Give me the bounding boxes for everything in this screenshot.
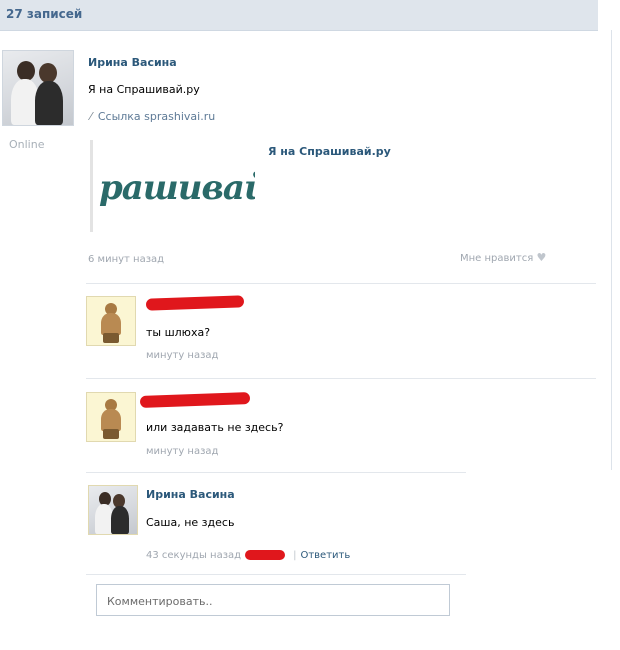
redacted-mention (245, 550, 286, 560)
post-timestamp[interactable]: 6 минут назад (88, 254, 164, 265)
divider (86, 378, 596, 379)
separator: | (293, 550, 297, 561)
comment-text: ты шлюха? (146, 326, 211, 339)
comment-timestamp[interactable]: минуту назад (146, 446, 218, 457)
attached-link[interactable]: ⁄ Ссылка sprashivai.ru (90, 110, 215, 123)
wall-header: 27 записей (0, 0, 598, 31)
divider (86, 472, 466, 473)
like-button[interactable]: Мне нравится ♥ (460, 251, 546, 264)
author-avatar[interactable] (2, 50, 74, 126)
redacted-name (139, 392, 251, 408)
comment-avatar[interactable] (86, 392, 136, 442)
comment-text: или задавать не здесь? (146, 421, 284, 434)
link-text[interactable]: Ссылка sprashivai.ru (98, 110, 215, 123)
comment-field[interactable] (96, 584, 450, 616)
comment-meta: 43 секунды назад | Ответить (146, 550, 350, 561)
post-author-name[interactable]: Ирина Васина (88, 56, 177, 69)
heart-icon: ♥ (536, 251, 547, 264)
divider (86, 574, 466, 575)
snippet-title[interactable]: Я на Спрашивай.ру (268, 145, 391, 158)
link-icon: ⁄ (90, 110, 92, 123)
comment-text: Саша, не здесь (146, 516, 235, 529)
comment-author-name[interactable]: Ирина Васина (146, 488, 235, 501)
link-snippet-image[interactable]: рашивай.р (90, 140, 255, 232)
comment-timestamp[interactable]: 43 секунды назад (146, 550, 241, 561)
entries-count[interactable]: 27 записей (6, 7, 82, 21)
comment-avatar[interactable] (88, 485, 138, 535)
comment-avatar[interactable] (86, 296, 136, 346)
online-status: Online (9, 138, 45, 151)
redacted-name (145, 295, 245, 311)
comment-input[interactable] (105, 587, 449, 615)
snippet-logo: рашивай.р (99, 168, 255, 208)
reply-link[interactable]: Ответить (300, 550, 350, 561)
like-label: Мне нравится (460, 253, 534, 264)
divider (86, 283, 596, 284)
comment-timestamp[interactable]: минуту назад (146, 350, 218, 361)
column-divider (611, 30, 612, 470)
post-text: Я на Спрашивай.ру (88, 83, 200, 96)
